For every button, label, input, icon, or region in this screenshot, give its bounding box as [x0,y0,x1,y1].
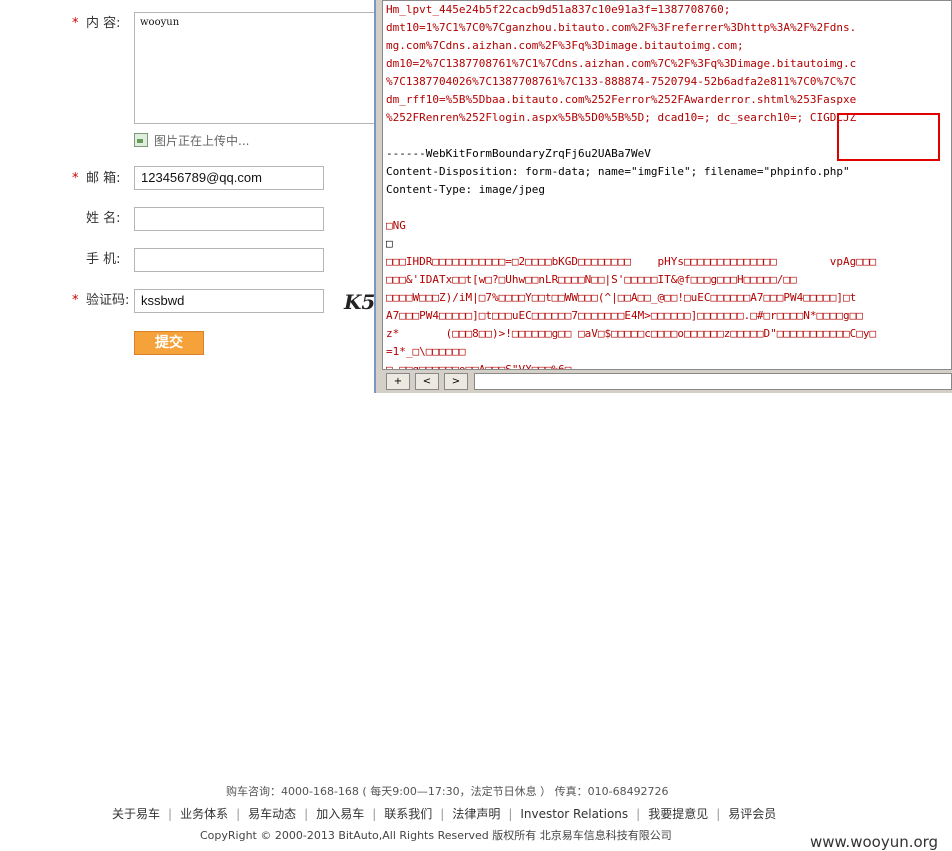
watermark: www.wooyun.org [810,833,939,851]
captcha-label: 验证码: [86,293,130,308]
request-line: dm10=2%7C1387708761%7C1%7Cdns.aizhan.com… [386,57,857,70]
link-separator: | [508,807,513,821]
phone-label: 手 机: [86,252,121,267]
footer-link[interactable]: 业务体系 [180,805,228,822]
image-icon [134,133,148,147]
request-line: %7C1387704026%7C1387708761%7C133-888874-… [386,75,857,88]
request-line: Content-Disposition: form-data; name="im… [386,165,850,178]
request-line: Hm_lpvt_445e24b5f22cacb9d51a837c10e91a3f… [386,3,731,16]
link-separator: | [372,807,377,821]
footer-link[interactable]: 联系我们 [384,805,432,822]
request-viewer-window: Hm_lpvt_445e24b5f22cacb9d51a837c10e91a3f… [374,0,952,393]
next-button[interactable]: > [444,373,468,390]
name-field[interactable] [134,207,324,231]
link-separator: | [636,807,641,821]
required-mark: * [72,293,79,308]
link-separator: | [168,807,173,821]
required-mark: * [72,171,79,186]
captcha-field[interactable]: kssbwd [134,289,324,313]
request-line: =1*_□\□□□□□□ [386,345,466,358]
feedback-form: * 内 容: wooyun 图片正在上传中... * 邮 箱: 12345678… [0,0,381,380]
request-line: dm_rff10=%5B%5Dbaa.bitauto.com%252Ferror… [386,93,857,106]
request-line: mg.com%7Cdns.aizhan.com%2F%3Fq%3Dimage.b… [386,39,744,52]
content-textarea[interactable]: wooyun [134,12,381,124]
content-label: 内 容: [86,16,121,31]
request-line [386,199,951,217]
captcha-image[interactable]: K5 [344,290,375,314]
link-separator: | [440,807,445,821]
link-separator: | [716,807,721,821]
prev-button[interactable]: < [415,373,439,390]
site-footer: 购车咨询：4000-168-168 ( 每天9:00—17:30，法定节日休息 … [0,380,952,851]
upload-status-text: 图片正在上传中... [154,134,250,148]
email-field[interactable]: 123456789@qq.com [134,166,324,190]
required-mark: * [72,16,79,31]
search-input[interactable] [474,373,952,390]
upload-status: 图片正在上传中... [134,132,249,150]
request-line: □NG [386,219,406,232]
add-button[interactable]: + [386,373,410,390]
request-line: □ [386,237,393,250]
footer-link[interactable]: 我要提意见 [648,805,708,822]
footer-link[interactable]: 易评会员 [728,805,776,822]
phone-field[interactable] [134,248,324,272]
request-line: □□□IHDR□□□□□□□□□□□=□2□□□□bKGD□□□□□□□□ pH… [386,255,877,268]
raw-request-pane[interactable]: Hm_lpvt_445e24b5f22cacb9d51a837c10e91a3f… [382,0,952,370]
request-line: □□□&'IDATx□□t[w□?□Uhw□□nLR□□□□N□□|S'□□□□… [386,273,797,286]
footer-link[interactable]: 关于易车 [112,805,160,822]
name-label: 姓 名: [86,211,121,226]
footer-link[interactable]: 法律声明 [452,805,500,822]
request-line: z* (□□□8□□)>!□□□□□□g□□ □aV□$□□□□□c□□□□o□… [386,327,877,340]
footer-link[interactable]: 易车动态 [248,805,296,822]
link-separator: | [304,807,309,821]
link-separator: | [236,807,241,821]
footer-link[interactable]: Investor Relations [520,807,628,821]
request-line: Content-Type: image/jpeg [386,183,545,196]
hotline-text: 购车咨询：4000-168-168 ( 每天9:00—17:30，法定节日休息 … [226,785,669,798]
filename-highlight-box [837,113,940,161]
request-line: □,□□g□□□□□□o□□A□□□S"VX□□□%6□ [386,363,572,370]
request-line: dmt10=1%7C1%7C0%7Cganzhou.bitauto.com%2F… [386,21,857,34]
footer-links: 关于易车 | 业务体系 | 易车动态 | 加入易车 | 联系我们 | 法律声明 | Investor R… [112,805,776,822]
email-label: 邮 箱: [86,171,121,186]
footer-link[interactable]: 加入易车 [316,805,364,822]
copyright-text: CopyRight © 2000-2013 BitAuto,All Rights… [200,829,672,842]
request-line: A7□□□PW4□□□□□]□t□□□uEC□□□□□□7□□□□□□□E4M>… [386,309,863,322]
request-line: □□□□W□□□Z)/iM|□7%□□□□Y□□t□□WW□□□(^|□□A□□… [386,291,857,304]
submit-button[interactable]: 提交 [134,331,204,355]
